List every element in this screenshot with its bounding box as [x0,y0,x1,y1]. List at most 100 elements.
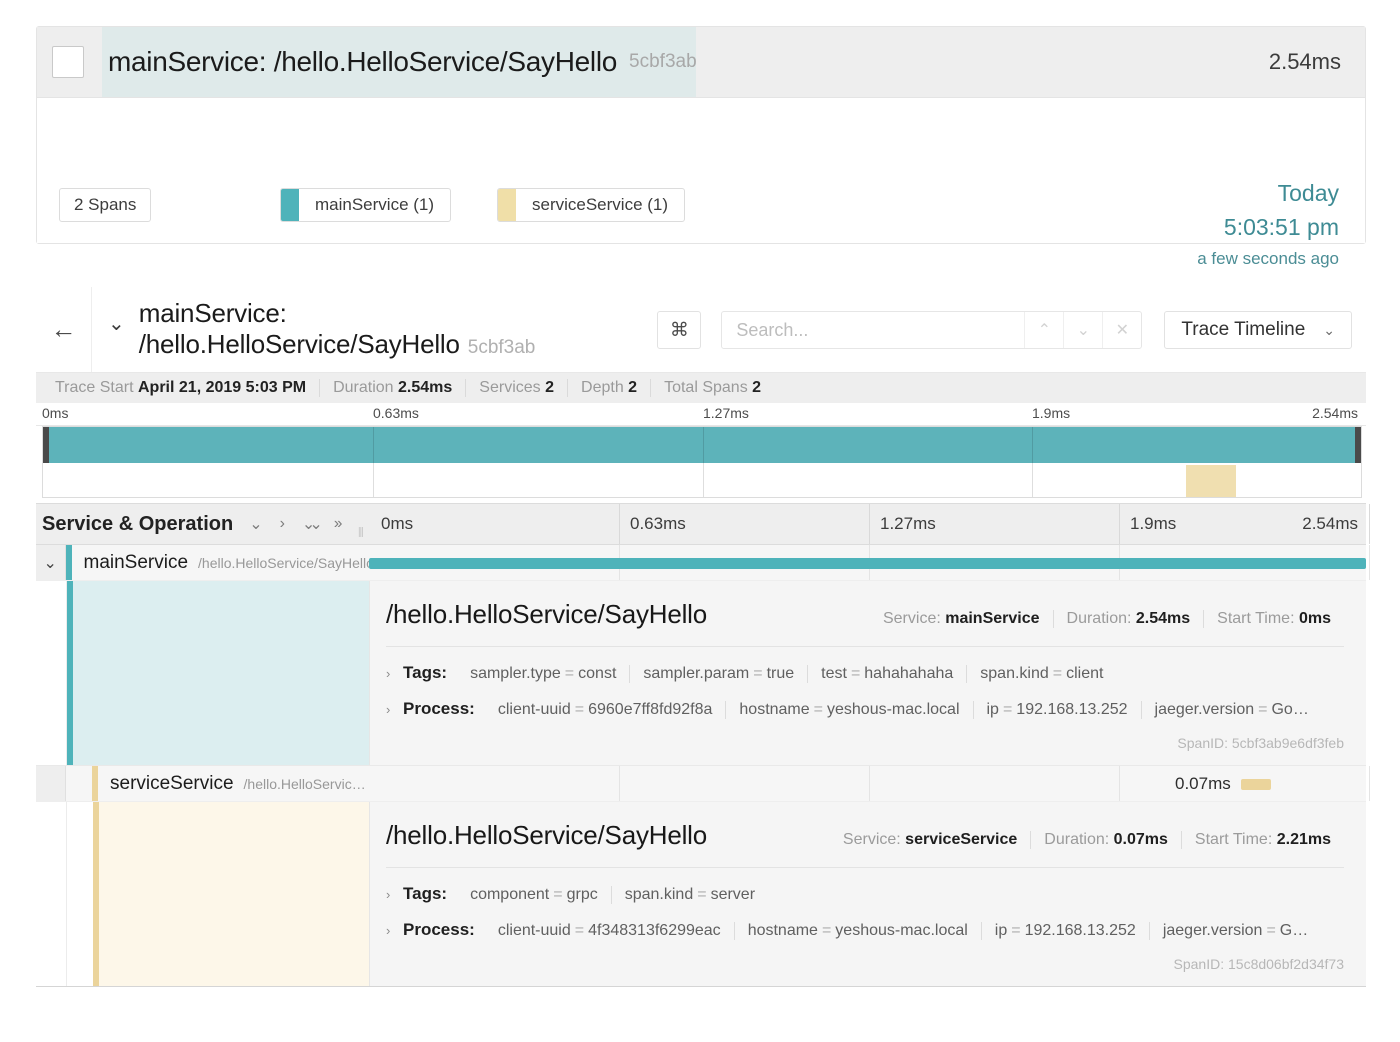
span-operation-name: /hello.HelloService/SayHello [198,554,369,571]
result-timestamp-block: Today 5:03:51 pm a few seconds ago [1197,176,1339,274]
command-icon[interactable]: ⌘ [657,311,702,349]
span-service-name: mainService [83,551,189,573]
chevron-down-icon[interactable]: ⌄ [249,514,262,534]
process-item: ip = 192.168.13.252 [972,701,1141,719]
process-value: Go… [1271,701,1309,718]
detail-start-time: Start Time: 0ms [1203,610,1344,628]
timeline-gridline [1369,766,1370,801]
span-duration-bar [1241,779,1271,790]
tags-list: component = grpc span.kind = server [457,886,768,904]
trace-timeline-panel: ← ⌄ mainService: /hello.HelloService/Say… [36,287,1370,987]
search-result-card: mainService: /hello.HelloService/SayHell… [36,26,1366,268]
double-chevron-right-icon[interactable]: ›› [334,515,343,533]
chevron-right-icon[interactable]: › [280,515,285,533]
chevron-right-icon[interactable]: › [386,887,403,902]
stat-value: April 21, 2019 5:03 PM [138,379,307,396]
stat-label: Trace Start [55,379,134,396]
minimap-gridline [703,427,704,497]
timeline-gridline [1369,545,1370,580]
tag-item: component = grpc [457,886,611,904]
back-arrow-icon[interactable]: ← [36,287,92,372]
process-value: 6960e7ff8fd92f8a [588,701,713,718]
double-chevron-down-icon[interactable]: ⌄⌄ [302,514,323,534]
service-color-swatch [281,189,299,221]
meta-label: Service: [842,831,901,848]
process-key: hostname [739,701,810,718]
process-key: client-uuid [497,701,571,718]
equals-sign: = [753,665,763,682]
span-expand-toggle[interactable]: ⌄ [36,545,66,580]
search-clear-icon[interactable]: ✕ [1102,312,1141,348]
meta-label: Start Time: [1194,831,1273,848]
tag-item: sampler.type = const [457,665,629,683]
process-key: jaeger.version [1162,922,1263,939]
timeline-gridline [869,766,870,801]
service-badge-serviceservice[interactable]: serviceService (1) [497,188,686,222]
trace-toolbar: ⌘ ⌃ ⌄ ✕ Trace Timeline ⌄ [657,311,1352,349]
tag-item: span.kind = server [610,886,768,904]
tags-label: Tags: [403,663,448,682]
span-detail-gutter [36,802,369,986]
stat-value: 2 [628,379,638,396]
equals-sign: = [697,886,707,903]
tag-key: span.kind [980,665,1049,682]
table-row[interactable]: ⌄ mainService /hello.HelloService/SayHel… [36,545,1370,581]
timeline-gridline [619,766,620,801]
process-value: yeshous-mac.local [835,922,968,939]
span-id: SpanID: 5cbf3ab9e6df3feb [1177,735,1344,751]
trace-id: 5cbf3ab [467,337,536,358]
trace-minimap[interactable]: 0ms 0.63ms 1.27ms 1.9ms 2.54ms [36,403,1366,503]
service-badge-mainservice[interactable]: mainService (1) [280,188,452,222]
span-duration-bar [369,558,1366,569]
span-service-name: serviceService [110,772,234,794]
span-tags-row: › Tags: component = grpc span.kind = server [386,884,1344,904]
minimap-drag-handle-left[interactable] [43,427,49,463]
result-day: Today [1277,180,1339,206]
timeline-gridline [1119,766,1120,801]
chevron-right-icon[interactable]: › [386,702,403,717]
process-item: ip = 192.168.13.252 [980,922,1149,940]
process-item: hostname = yeshous-mac.local [733,922,981,940]
search-next-icon[interactable]: ⌄ [1063,312,1102,348]
process-label: Process: [403,920,475,939]
search-input[interactable] [722,312,1025,348]
stat-trace-start: Trace Start April 21, 2019 5:03 PM [42,379,319,397]
process-key: hostname [747,922,818,939]
detail-gutter-blank [36,802,67,986]
process-item: hostname = yeshous-mac.local [725,701,972,719]
chevron-right-icon[interactable]: › [386,923,403,938]
tag-value: server [710,886,756,903]
tag-key: sampler.type [470,665,561,682]
meta-value: 0.07ms [1113,831,1168,848]
minimap-drag-handle-right[interactable] [1355,427,1361,463]
minimap-tick: 1.27ms [703,405,749,421]
search-result-header[interactable]: mainService: /hello.HelloService/SayHell… [37,27,1365,98]
view-mode-dropdown[interactable]: Trace Timeline ⌄ [1164,311,1352,349]
column-resize-handle[interactable]: ⦀ [358,526,365,540]
span-indent-spacer [66,766,92,801]
equals-sign: = [813,701,823,718]
tag-key: sampler.param [643,665,750,682]
equals-sign: = [1002,701,1013,718]
timeline-gridline [1369,504,1370,544]
span-expand-toggle[interactable] [36,766,66,801]
timeline-tick: 0ms [381,514,414,533]
search-prev-icon[interactable]: ⌃ [1024,312,1063,348]
result-select-checkbox[interactable] [52,46,84,78]
minimap-tick: 0.63ms [373,405,419,421]
chevron-right-icon[interactable]: › [386,666,403,681]
span-detail-content: /hello.HelloService/SayHello Service: ma… [369,581,1366,765]
stat-duration: Duration 2.54ms [319,379,465,397]
search-group: ⌃ ⌄ ✕ [721,311,1143,349]
trace-stats-bar: Trace Start April 21, 2019 5:03 PM Durat… [36,372,1366,403]
result-time: 5:03:51 pm [1223,214,1339,240]
tag-item: sampler.param = true [629,665,807,683]
tag-key: component [470,886,550,903]
minimap-body[interactable] [42,426,1362,498]
table-row[interactable]: serviceService /hello.HelloServic… 0.07m… [36,765,1370,802]
tag-key: test [821,665,847,682]
chevron-down-icon[interactable]: ⌄ [108,311,125,336]
span-row-label-cell: ⌄ mainService /hello.HelloService/SayHel… [36,545,369,580]
process-item: jaeger.version = G… [1148,922,1321,940]
meta-value: mainService [945,610,1040,627]
